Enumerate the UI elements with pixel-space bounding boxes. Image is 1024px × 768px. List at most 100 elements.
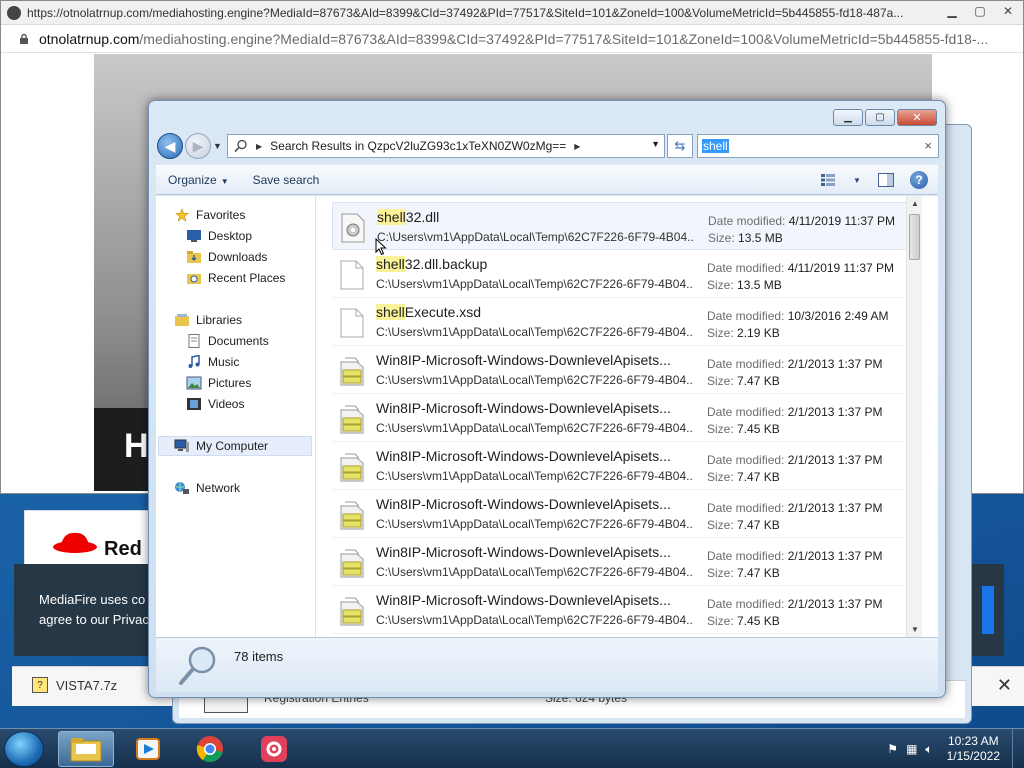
show-desktop-button[interactable]: [1012, 729, 1024, 768]
file-row[interactable]: shellExecute.xsd C:\Users\vm1\AppData\Loc…: [332, 298, 916, 346]
scroll-up-icon[interactable]: ▲: [911, 199, 919, 208]
file-row[interactable]: Win8IP-Microsoft-Windows-DownlevelApiset…: [332, 490, 916, 538]
file-name-match: shell: [377, 209, 406, 225]
nav-libraries[interactable]: Libraries: [174, 313, 242, 327]
size-label: Size:: [707, 566, 734, 580]
popup-heading-letter: H: [124, 427, 149, 465]
back-button[interactable]: ◀: [157, 133, 183, 159]
nav-videos[interactable]: Videos: [186, 397, 244, 411]
breadcrumb-arrow-icon[interactable]: ▶: [256, 142, 262, 151]
system-tray: ⚑ ▦ 🔈︎ 10:23 AM 1/15/2022: [887, 729, 1024, 768]
volume-icon[interactable]: 🔈︎: [925, 742, 932, 757]
breadcrumb-arrow-icon[interactable]: ▶: [574, 142, 580, 151]
preview-pane-icon[interactable]: [876, 170, 896, 190]
file-icon: [340, 308, 364, 338]
nav-downloads-label: Downloads: [208, 250, 268, 264]
taskbar-media-player[interactable]: [120, 731, 176, 767]
address-dropdown-icon[interactable]: ▼: [651, 139, 660, 149]
taskbar-chrome[interactable]: [182, 731, 238, 767]
nav-desktop[interactable]: Desktop: [186, 229, 252, 243]
address-bar[interactable]: ▶ Search Results in QzpcV2luZG93c1xTeXN0…: [227, 134, 665, 158]
nav-music[interactable]: Music: [186, 355, 239, 369]
organize-button[interactable]: Organize ▼: [156, 173, 241, 187]
date-modified-value: 2/1/2013 1:37 PM: [787, 453, 883, 467]
file-path: C:\Users\vm1\AppData\Local\Temp\62C7F226…: [376, 565, 694, 579]
file-date-modified: Date modified: 2/1/2013 1:37 PM: [707, 453, 882, 467]
nav-recent-places[interactable]: Recent Places: [186, 271, 285, 285]
size-label: Size:: [707, 518, 734, 532]
nav-downloads[interactable]: Downloads: [186, 250, 267, 264]
help-icon[interactable]: ?: [910, 171, 928, 189]
close-icon[interactable]: ✕: [997, 3, 1019, 19]
cookie-accept-button[interactable]: [982, 586, 994, 634]
chrome-icon: [196, 736, 223, 762]
file-name-rest: 32.dll: [405, 209, 440, 225]
search-input[interactable]: shell ×: [697, 134, 939, 158]
file-row[interactable]: Win8IP-Microsoft-Windows-DownlevelApiset…: [332, 442, 916, 490]
scrollbar-thumb[interactable]: [909, 214, 920, 260]
forward-button[interactable]: ▶: [185, 133, 211, 159]
close-button[interactable]: ✕: [897, 109, 937, 126]
action-center-icon[interactable]: ⚑: [887, 742, 898, 757]
breadcrumb-search-results[interactable]: Search Results in QzpcV2luZG93c1xTeXN0ZW…: [264, 135, 572, 157]
nav-favorites[interactable]: Favorites: [174, 208, 245, 222]
vertical-scrollbar[interactable]: ▲ ▼: [906, 196, 922, 637]
nav-my-computer[interactable]: My Computer: [174, 439, 268, 453]
file-row[interactable]: shell32.dll C:\Users\vm1\AppData\Local\Te…: [332, 202, 916, 250]
clear-search-icon[interactable]: ×: [924, 138, 932, 153]
search-glass-icon: [228, 135, 254, 157]
explorer-window: ▁ ▢ ✕ ◀ ▶ ▼ ▶ Search Results in QzpcV2lu…: [148, 100, 946, 698]
download-item[interactable]: ? VISTA7.7z: [32, 677, 117, 693]
file-path: C:\Users\vm1\AppData\Local\Temp\62C7F226…: [376, 373, 694, 387]
taskbar-explorer[interactable]: [58, 731, 114, 767]
network-icon: [175, 482, 189, 494]
file-name: shellExecute.xsd: [376, 304, 696, 320]
site-favicon-icon: [7, 5, 21, 20]
refresh-icon[interactable]: ⇆: [667, 134, 693, 158]
clock[interactable]: 10:23 AM 1/15/2022: [947, 734, 1000, 764]
date-modified-value: 10/3/2016 2:49 AM: [787, 309, 889, 323]
file-row[interactable]: Win8IP-Microsoft-Windows-DownlevelApiset…: [332, 586, 916, 634]
nav-network[interactable]: Network: [174, 481, 240, 495]
save-search-button[interactable]: Save search: [241, 173, 332, 187]
search-results-list: shell32.dll C:\Users\vm1\AppData\Local\Te…: [326, 196, 922, 637]
manifest-file-icon: [340, 357, 364, 386]
nav-pictures[interactable]: Pictures: [186, 376, 251, 390]
network-tray-icon[interactable]: ▦: [906, 742, 917, 757]
file-icon: [340, 260, 364, 290]
file-name-rest: Win8IP-Microsoft-Windows-DownlevelApiset…: [376, 352, 671, 368]
date-modified-label: Date modified:: [707, 597, 785, 611]
maximize-icon[interactable]: ▢: [969, 3, 991, 19]
file-row[interactable]: Win8IP-Microsoft-Windows-DownlevelApiset…: [332, 538, 916, 586]
download-bar-close-icon[interactable]: ✕: [997, 675, 1012, 696]
start-button[interactable]: [4, 731, 44, 767]
taskbar-app-4[interactable]: [246, 731, 302, 767]
file-name: Win8IP-Microsoft-Windows-DownlevelApiset…: [376, 400, 696, 416]
file-row[interactable]: shell32.dll.backup C:\Users\vm1\AppData\L…: [332, 250, 916, 298]
date-modified-label: Date modified:: [707, 549, 785, 563]
file-size: Size: 7.45 KB: [707, 614, 780, 628]
minimize-button[interactable]: ▁: [833, 109, 863, 126]
file-path: C:\Users\vm1\AppData\Local\Temp\62C7F226…: [376, 277, 694, 291]
clock-date: 1/15/2022: [946, 749, 1000, 763]
popup-address-bar[interactable]: otnolatrnup.com/mediahosting.engine?Medi…: [1, 25, 1023, 53]
file-date-modified: Date modified: 2/1/2013 1:37 PM: [707, 597, 882, 611]
file-row[interactable]: Win8IP-Microsoft-Windows-DownlevelApiset…: [332, 346, 916, 394]
date-modified-value: 2/1/2013 1:37 PM: [787, 549, 883, 563]
maximize-button[interactable]: ▢: [865, 109, 895, 126]
magnifier-icon: [179, 646, 216, 685]
file-name-rest: Win8IP-Microsoft-Windows-DownlevelApiset…: [376, 448, 671, 464]
minimize-icon[interactable]: ▁: [941, 3, 963, 19]
date-modified-label: Date modified:: [707, 453, 785, 467]
file-size: Size: 2.19 KB: [707, 326, 780, 340]
nav-documents[interactable]: Documents: [186, 334, 269, 348]
view-dropdown-icon[interactable]: ▼: [852, 170, 862, 190]
change-view-icon[interactable]: [818, 170, 838, 190]
size-label: Size:: [707, 614, 734, 628]
recent-pages-dropdown-icon[interactable]: ▼: [213, 141, 222, 151]
size-label: Size:: [707, 374, 734, 388]
file-row[interactable]: Win8IP-Microsoft-Windows-DownlevelApiset…: [332, 394, 916, 442]
file-path: C:\Users\vm1\AppData\Local\Temp\62C7F226…: [376, 517, 694, 531]
scroll-down-icon[interactable]: ▼: [911, 625, 919, 634]
manifest-file-icon: [340, 453, 364, 482]
